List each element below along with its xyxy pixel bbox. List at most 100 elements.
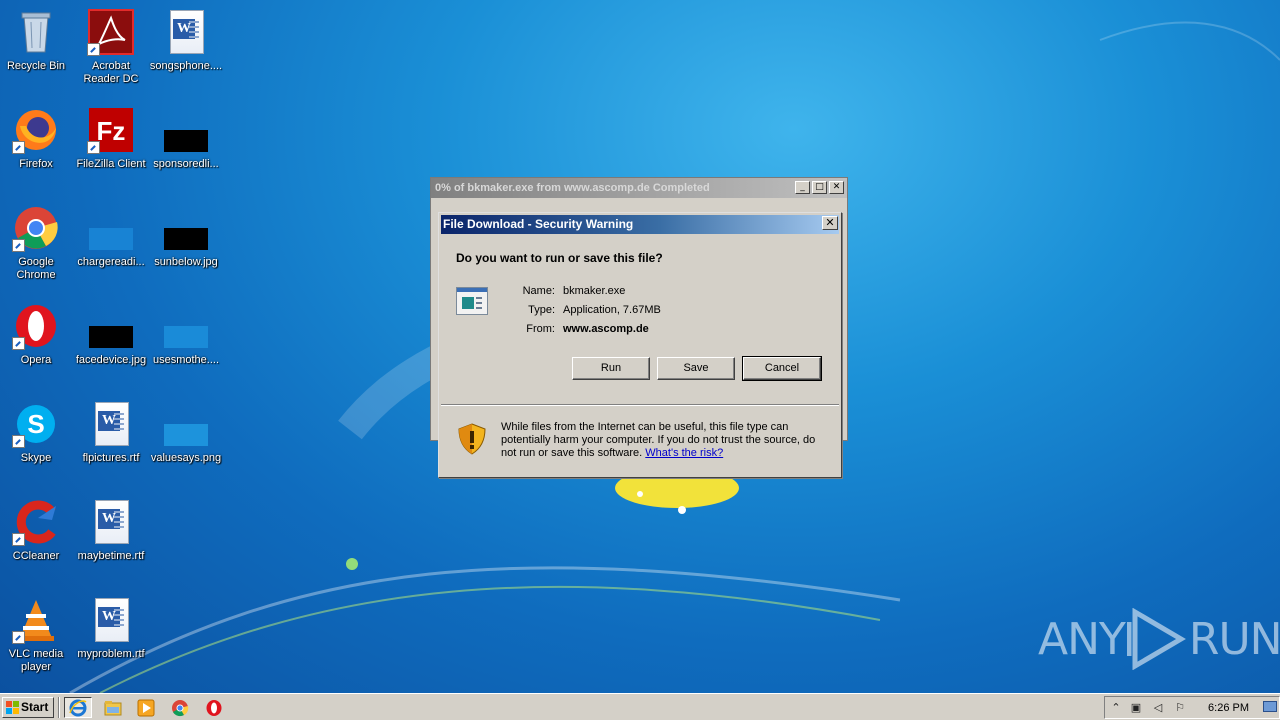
desktop-icon-myproblem[interactable]: W myproblem.rtf bbox=[73, 590, 149, 680]
desktop-icon-chargereadi[interactable]: chargereadi... bbox=[73, 198, 149, 288]
desktop-icon-acrobat[interactable]: Acrobat Reader DC bbox=[73, 2, 149, 92]
explorer-taskbar-button[interactable] bbox=[99, 697, 127, 718]
start-label: Start bbox=[21, 700, 49, 714]
desktop-icon-flpictures[interactable]: W flpictures.rtf bbox=[73, 394, 149, 484]
desktop-icon-songsphone[interactable]: W songsphone.... bbox=[148, 2, 224, 92]
icon-label: Firefox bbox=[19, 158, 53, 170]
file-name-row: Name: bkmaker.exe bbox=[495, 285, 825, 297]
opera-icon bbox=[206, 699, 222, 716]
save-button[interactable]: Save bbox=[657, 357, 735, 380]
shortcut-arrow-icon bbox=[12, 337, 25, 350]
name-value: bkmaker.exe bbox=[563, 285, 626, 297]
icon-label: Opera bbox=[20, 354, 52, 366]
taskbar: Start ⌃ ▣ ◁ ⚐ 6:26 PM bbox=[0, 693, 1280, 720]
show-hidden-icons-chevron-icon[interactable]: ⌃ bbox=[1109, 701, 1123, 715]
firefox-icon bbox=[12, 106, 60, 154]
security-warning-dialog[interactable]: File Download - Security Warning ✕ Do yo… bbox=[438, 212, 842, 478]
shortcut-arrow-icon bbox=[12, 435, 25, 448]
volume-icon[interactable]: ◁ bbox=[1151, 701, 1165, 715]
recycle-bin-icon bbox=[12, 8, 60, 56]
filezilla-icon: Fz bbox=[87, 106, 135, 154]
icon-label: Recycle Bin bbox=[6, 60, 66, 72]
network-icon[interactable]: ▣ bbox=[1129, 701, 1143, 715]
type-label: Type: bbox=[528, 304, 555, 316]
shortcut-arrow-icon bbox=[12, 239, 25, 252]
maximize-button[interactable]: □ bbox=[812, 181, 827, 194]
close-button[interactable]: ✕ bbox=[829, 181, 844, 194]
icon-label: sponsoredli... bbox=[153, 158, 219, 170]
desktop-icon-maybetime[interactable]: W maybetime.rtf bbox=[73, 492, 149, 582]
desktop-icon-chrome[interactable]: Google Chrome bbox=[0, 198, 74, 288]
anyrun-watermark: ANY RUN bbox=[1038, 608, 1280, 670]
run-button[interactable]: Run bbox=[572, 357, 650, 380]
desktop-icon-usesmothe[interactable]: usesmothe.... bbox=[148, 296, 224, 386]
icon-label: songsphone.... bbox=[149, 60, 223, 72]
desktop-icon-vlc[interactable]: VLC media player bbox=[0, 590, 74, 680]
opera-icon bbox=[12, 302, 60, 350]
dialog-close-button[interactable]: ✕ bbox=[822, 216, 838, 230]
minimize-button[interactable]: _ bbox=[795, 181, 810, 194]
media-player-icon bbox=[137, 699, 155, 716]
word-document-icon: W bbox=[87, 596, 135, 644]
desktop-icon-ccleaner[interactable]: CCleaner bbox=[0, 492, 74, 582]
icon-label: myproblem.rtf bbox=[77, 648, 145, 660]
shortcut-arrow-icon bbox=[87, 141, 100, 154]
warning-text: While files from the Internet can be use… bbox=[501, 421, 829, 460]
icon-label: sunbelow.jpg bbox=[154, 256, 218, 268]
dialog-question: Do you want to run or save this file? bbox=[456, 251, 663, 265]
icon-label: Acrobat Reader DC bbox=[83, 60, 139, 85]
clock[interactable]: 6:26 PM bbox=[1208, 702, 1249, 714]
explorer-folder-icon bbox=[104, 700, 122, 715]
taskbar-separator bbox=[58, 697, 60, 718]
cancel-button[interactable]: Cancel bbox=[742, 356, 822, 381]
chrome-icon bbox=[172, 699, 189, 716]
desktop-icon-opera[interactable]: Opera bbox=[0, 296, 74, 386]
word-document-icon: W bbox=[87, 498, 135, 546]
desktop: Recycle Bin Firefox Google Chrome Opera … bbox=[0, 0, 1280, 693]
acrobat-icon bbox=[87, 8, 135, 56]
shortcut-arrow-icon bbox=[12, 631, 25, 644]
word-document-icon: W bbox=[162, 8, 210, 56]
icon-label: Skype bbox=[20, 452, 52, 464]
whats-the-risk-link[interactable]: What's the risk? bbox=[645, 447, 723, 459]
desktop-icon-filezilla[interactable]: Fz FileZilla Client bbox=[73, 100, 149, 190]
type-value: Application, 7.67MB bbox=[563, 304, 661, 316]
image-file-icon bbox=[87, 302, 135, 350]
word-document-icon: W bbox=[87, 400, 135, 448]
image-file-icon bbox=[162, 204, 210, 252]
internet-explorer-taskbar-button[interactable] bbox=[64, 697, 92, 718]
system-tray: ⌃ ▣ ◁ ⚐ 6:26 PM bbox=[1104, 696, 1280, 719]
icon-label: facedevice.jpg bbox=[75, 354, 147, 366]
icon-label: CCleaner bbox=[12, 550, 60, 562]
icon-label: FileZilla Client bbox=[76, 158, 146, 170]
skype-icon: S bbox=[12, 400, 60, 448]
watermark-text-left: ANY bbox=[1038, 613, 1126, 665]
application-file-icon bbox=[456, 287, 488, 315]
svg-text:Fz: Fz bbox=[97, 116, 126, 146]
window-title: 0% of bkmaker.exe from www.ascomp.de Com… bbox=[431, 178, 847, 198]
dialog-title: File Download - Security Warning bbox=[441, 215, 839, 234]
image-file-icon bbox=[162, 302, 210, 350]
windows-logo-icon bbox=[6, 701, 19, 714]
media-player-taskbar-button[interactable] bbox=[132, 697, 160, 718]
start-button[interactable]: Start bbox=[2, 697, 54, 718]
desktop-icon-skype[interactable]: S Skype bbox=[0, 394, 74, 484]
action-center-flag-icon[interactable]: ⚐ bbox=[1173, 701, 1187, 715]
image-file-icon bbox=[87, 204, 135, 252]
desktop-icon-sponsoredli[interactable]: sponsoredli... bbox=[148, 100, 224, 190]
desktop-icon-facedevice[interactable]: facedevice.jpg bbox=[73, 296, 149, 386]
desktop-icon-firefox[interactable]: Firefox bbox=[0, 100, 74, 190]
security-shield-icon bbox=[458, 423, 486, 455]
desktop-icon-sunbelow[interactable]: sunbelow.jpg bbox=[148, 198, 224, 288]
file-from-row: From: www.ascomp.de bbox=[495, 323, 825, 335]
name-label: Name: bbox=[522, 285, 555, 297]
chrome-taskbar-button[interactable] bbox=[166, 697, 194, 718]
desktop-icon-valuesays[interactable]: valuesays.png bbox=[148, 394, 224, 484]
watermark-text-right: RUN bbox=[1188, 613, 1280, 665]
shortcut-arrow-icon bbox=[12, 533, 25, 546]
show-desktop-icon[interactable] bbox=[1263, 701, 1277, 715]
opera-taskbar-button[interactable] bbox=[200, 697, 228, 718]
file-type-row: Type: Application, 7.67MB bbox=[495, 304, 825, 316]
desktop-icon-recycle-bin[interactable]: Recycle Bin bbox=[0, 2, 74, 92]
image-file-icon bbox=[162, 106, 210, 154]
